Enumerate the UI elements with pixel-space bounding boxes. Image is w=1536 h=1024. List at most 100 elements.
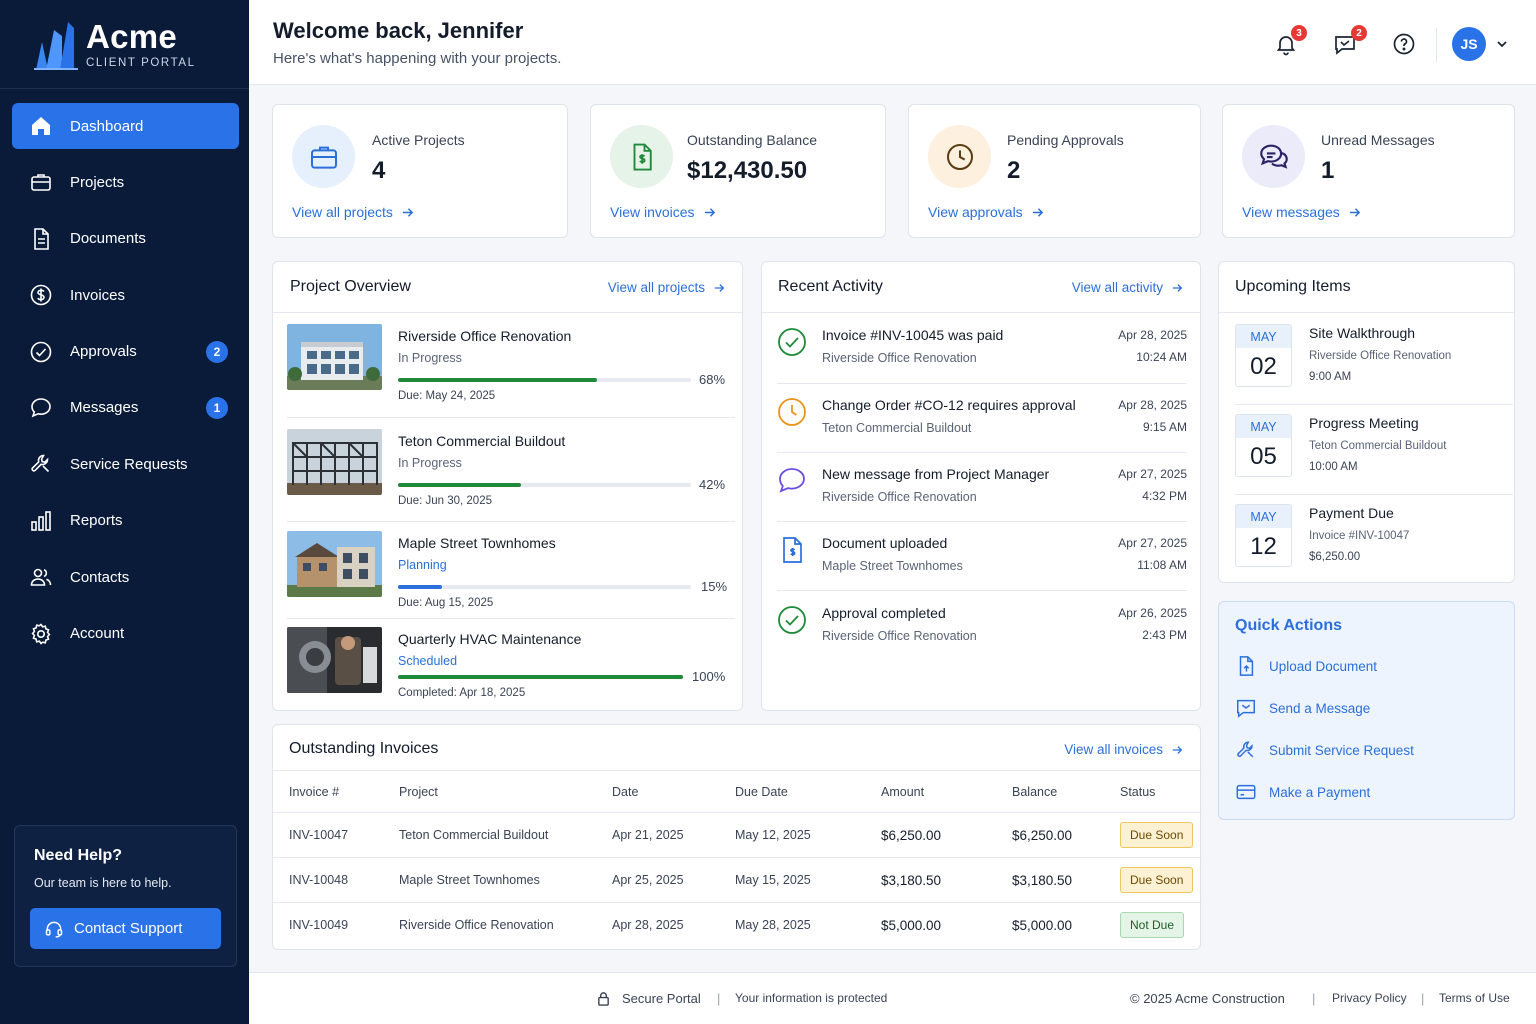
sidebar-item-projects[interactable]: Projects (12, 159, 239, 205)
project-row[interactable]: Quarterly HVAC Maintenance Scheduled 100… (287, 627, 735, 721)
activity-item[interactable]: Change Order #CO-12 requires approval Te… (777, 397, 1187, 457)
sidebar-item-dashboard[interactable]: Dashboard (12, 103, 239, 149)
activity-item[interactable]: New message from Project Manager Riversi… (777, 466, 1187, 526)
activity-time: 10:24 AM (1136, 350, 1187, 364)
stat-label: Outstanding Balance (687, 132, 817, 148)
briefcase-icon (310, 146, 337, 169)
building-logo-icon (34, 22, 78, 70)
link-text: View all projects (292, 204, 393, 220)
project-name: Quarterly HVAC Maintenance (398, 631, 582, 647)
view-invoices-link[interactable]: View invoices (610, 204, 716, 220)
column-header[interactable]: Balance (1012, 770, 1120, 813)
project-name: Teton Commercial Buildout (398, 433, 566, 449)
activity-item[interactable]: Approval completed Riverside Office Reno… (777, 605, 1187, 665)
chevron-down-icon[interactable] (1496, 38, 1508, 50)
view-all-projects-link[interactable]: View all projects (292, 204, 414, 220)
sidebar-item-label: Invoices (70, 286, 126, 304)
progress-percent: 42% (699, 477, 726, 492)
top-bar: Welcome back, Jennifer Here's what's hap… (249, 0, 1536, 85)
upcoming-item[interactable]: MAY 12 Payment Due Invoice #INV-10047 $6… (1235, 504, 1513, 574)
view-all-invoices-link[interactable]: View all invoices (1064, 742, 1183, 757)
table-row[interactable]: INV-10048 Maple Street Townhomes Apr 25,… (273, 857, 1202, 903)
user-avatar[interactable]: JS (1452, 27, 1486, 61)
sidebar-item-documents[interactable]: Documents (12, 216, 239, 262)
invoice-id[interactable]: INV-10047 (273, 812, 399, 858)
view-approvals-link[interactable]: View approvals (928, 204, 1044, 220)
upload-document-action[interactable]: Upload Document (1235, 652, 1377, 680)
table-row[interactable]: INV-10049 Riverside Office Renovation Ap… (273, 903, 1202, 948)
link-text: View all invoices (1064, 742, 1163, 757)
progress-bar (398, 378, 691, 382)
link-text: View all projects (607, 280, 705, 295)
project-row[interactable]: Teton Commercial Buildout In Progress 42… (287, 429, 735, 523)
activity-title: Invoice #INV-10045 was paid (822, 327, 1004, 343)
divider (1436, 28, 1437, 62)
project-due-date: Due: May 24, 2025 (398, 390, 496, 402)
activity-project: Riverside Office Renovation (822, 490, 977, 504)
project-thumbnail (287, 531, 382, 597)
sidebar-item-reports[interactable]: Reports (12, 498, 239, 544)
table-header-row: Invoice # Project Date Due Date Amount B… (273, 770, 1202, 813)
sidebar-item-service-requests[interactable]: Service Requests (12, 441, 239, 487)
activity-item[interactable]: Document uploaded Maple Street Townhomes… (777, 535, 1187, 595)
column-header[interactable]: Status (1120, 770, 1202, 813)
project-row[interactable]: Maple Street Townhomes Planning 15% Due:… (287, 531, 735, 625)
page-subtitle: Here's what's happening with your projec… (273, 50, 562, 67)
secure-portal-text: Secure Portal (622, 991, 701, 1006)
send-message-action[interactable]: Send a Message (1235, 694, 1370, 722)
project-status: In Progress (398, 456, 462, 470)
logo[interactable]: Acme CLIENT PORTAL (34, 18, 234, 74)
column-header[interactable]: Amount (881, 770, 1012, 813)
invoice-balance: $5,000.00 (1012, 917, 1073, 933)
privacy-policy-link[interactable]: Privacy Policy (1332, 991, 1407, 1005)
project-name: Maple Street Townhomes (398, 535, 556, 551)
upcoming-item[interactable]: MAY 02 Site Walkthrough Riverside Office… (1235, 324, 1513, 394)
invoice-project: Riverside Office Renovation (399, 918, 554, 933)
activity-project: Riverside Office Renovation (822, 351, 977, 365)
sidebar-item-messages[interactable]: Messages 1 (12, 385, 239, 431)
contact-support-button[interactable]: Contact Support (30, 908, 221, 949)
activity-item[interactable]: Invoice #INV-10045 was paid Riverside Of… (777, 327, 1187, 387)
sidebar: Acme CLIENT PORTAL Dashboard Projects Do… (0, 0, 249, 1024)
stat-icon-circle (1242, 125, 1305, 188)
column-header[interactable]: Project (399, 770, 612, 813)
invoice-amount: $6,250.00 (881, 812, 1012, 858)
separator: | (717, 991, 721, 1006)
sidebar-item-approvals[interactable]: Approvals 2 (12, 329, 239, 375)
terms-of-use-link[interactable]: Terms of Use (1439, 991, 1510, 1005)
approvals-count-badge: 2 (206, 340, 228, 363)
calendar-date: MAY 02 (1235, 324, 1292, 387)
table-row[interactable]: INV-10047 Teton Commercial Buildout Apr … (273, 812, 1202, 858)
invoice-id[interactable]: INV-10049 (273, 903, 399, 948)
make-payment-action[interactable]: Make a Payment (1235, 778, 1370, 806)
progress-fill (398, 585, 442, 589)
project-row[interactable]: Riverside Office Renovation In Progress … (287, 324, 735, 418)
column-header[interactable]: Invoice # (273, 770, 399, 813)
invoice-id[interactable]: INV-10048 (273, 857, 399, 903)
column-header[interactable]: Due Date (735, 770, 881, 813)
upcoming-detail: Invoice #INV-10047 (1309, 530, 1410, 542)
submit-service-request-action[interactable]: Submit Service Request (1235, 736, 1414, 764)
stat-label: Pending Approvals (1007, 132, 1124, 148)
stat-card-pending-approvals: Pending Approvals 2 View approvals (908, 104, 1201, 238)
sidebar-item-invoices[interactable]: Invoices (12, 272, 239, 318)
view-all-activity-link[interactable]: View all activity (1072, 280, 1183, 295)
view-messages-link[interactable]: View messages (1242, 204, 1361, 220)
help-icon[interactable] (1392, 32, 1416, 56)
column-header[interactable]: Date (612, 770, 735, 813)
view-all-projects-link[interactable]: View all projects (608, 280, 725, 295)
progress-bar (398, 675, 683, 679)
sidebar-item-account[interactable]: Account (12, 611, 239, 657)
home-icon (32, 117, 50, 135)
invoice-date: Apr 28, 2025 (612, 918, 684, 933)
separator: | (1312, 991, 1316, 1006)
wrench-icon (1237, 741, 1254, 758)
calendar-month: MAY (1236, 415, 1291, 438)
clock-icon (778, 398, 806, 426)
sidebar-item-label: Approvals (70, 343, 137, 361)
calendar-day: 12 (1250, 533, 1277, 560)
contact-support-label: Contact Support (74, 920, 183, 937)
upcoming-item[interactable]: MAY 05 Progress Meeting Teton Commercial… (1235, 414, 1513, 484)
check-circle-icon (778, 606, 806, 634)
sidebar-item-contacts[interactable]: Contacts (12, 554, 239, 600)
